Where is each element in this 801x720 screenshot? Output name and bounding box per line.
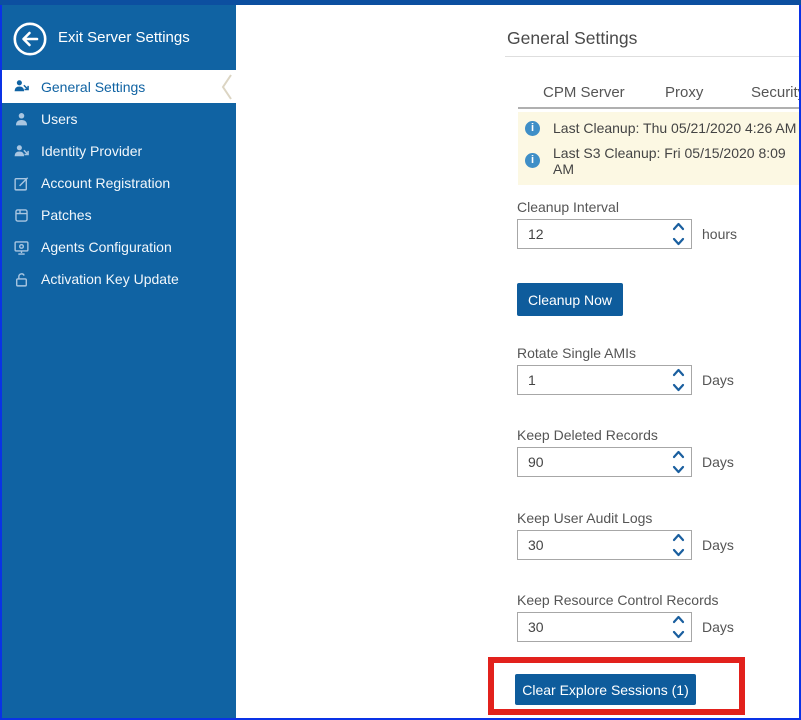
field-unit: Days (702, 372, 734, 388)
field-label: Keep Resource Control Records (517, 592, 719, 608)
keep-resource-control-records-input[interactable] (517, 612, 692, 642)
spinner-down-icon[interactable] (672, 548, 685, 557)
field-keep-deleted-records: Keep Deleted Records Days (517, 427, 734, 477)
users-arrow-icon (13, 143, 30, 160)
selected-item-notch-icon (221, 73, 233, 100)
exit-label: Exit Server Settings (58, 29, 190, 46)
agent-monitor-icon (13, 239, 30, 256)
keep-deleted-records-input[interactable] (517, 447, 692, 477)
number-stepper[interactable] (672, 368, 686, 392)
spinner-up-icon[interactable] (672, 533, 685, 542)
number-stepper[interactable] (672, 450, 686, 474)
sidebar-item-label: Agents Configuration (41, 239, 172, 255)
field-label: Keep User Audit Logs (517, 510, 653, 526)
sidebar-item-general-settings[interactable]: General Settings (0, 70, 236, 103)
exit-server-settings[interactable]: Exit Server Settings (0, 5, 236, 70)
package-icon (13, 207, 30, 224)
spinner-up-icon[interactable] (672, 368, 685, 377)
sidebar-item-label: Users (41, 111, 78, 127)
notice-text: Last Cleanup: Thu 05/21/2020 4:26 AM (553, 120, 797, 137)
notice-text: Last S3 Cleanup: Fri 05/15/2020 8:09 AM (553, 144, 786, 177)
keep-resource-control-records-value[interactable] (518, 613, 691, 641)
rotate-single-amis-input[interactable] (517, 365, 692, 395)
sidebar-item-patches[interactable]: Patches (0, 199, 236, 231)
field-label: Rotate Single AMIs (517, 345, 637, 361)
last-s3-cleanup-notice: i Last S3 Cleanup: Fri 05/15/2020 8:09 A… (518, 145, 799, 177)
number-stepper[interactable] (672, 533, 686, 557)
sidebar-item-label: Account Registration (41, 175, 171, 191)
users-arrow-icon (13, 78, 30, 95)
spinner-up-icon[interactable] (672, 222, 685, 231)
tabs-divider (518, 107, 799, 109)
page-title: General Settings (507, 28, 638, 48)
field-unit: Days (702, 537, 734, 553)
spinner-up-icon[interactable] (672, 450, 685, 459)
clear-explore-sessions-button[interactable]: Clear Explore Sessions (1) (515, 674, 696, 705)
tab-security[interactable]: Security (751, 84, 801, 101)
rotate-single-amis-value[interactable] (518, 366, 691, 394)
sidebar-item-activation-key-update[interactable]: Activation Key Update (0, 263, 236, 295)
title-divider (505, 56, 799, 57)
field-unit: Days (702, 619, 734, 635)
field-rotate-single-amis: Rotate Single AMIs Days (517, 345, 734, 395)
server-settings-window: Exit Server Settings General Settings Us… (0, 0, 801, 720)
sidebar-item-label: General Settings (41, 78, 146, 95)
cleanup-interval-input[interactable] (517, 219, 692, 249)
field-keep-resource-control-records: Keep Resource Control Records Days (517, 592, 734, 642)
number-stepper[interactable] (672, 222, 686, 246)
number-stepper[interactable] (672, 615, 686, 639)
field-label: Keep Deleted Records (517, 427, 658, 443)
sidebar-item-agents-configuration[interactable]: Agents Configuration (0, 231, 236, 263)
sidebar: Exit Server Settings General Settings Us… (0, 0, 236, 720)
unlock-icon (13, 271, 30, 288)
tab-proxy[interactable]: Proxy (665, 84, 703, 101)
spinner-down-icon[interactable] (672, 630, 685, 639)
spinner-down-icon[interactable] (672, 383, 685, 392)
info-icon: i (525, 153, 540, 169)
field-cleanup-interval: Cleanup Interval hours (517, 199, 737, 249)
back-arrow-icon[interactable] (12, 21, 48, 57)
info-icon: i (525, 120, 540, 136)
sidebar-item-identity-provider[interactable]: Identity Provider (0, 135, 236, 167)
tab-cpm-server[interactable]: CPM Server (543, 84, 625, 101)
sidebar-menu: General Settings Users Identity Provider… (0, 70, 236, 295)
sidebar-item-label: Activation Key Update (41, 271, 179, 287)
keep-user-audit-logs-value[interactable] (518, 531, 691, 559)
field-unit: Days (702, 454, 734, 470)
last-cleanup-notice: i Last Cleanup: Thu 05/21/2020 4:26 AM (518, 120, 799, 136)
field-unit: hours (702, 226, 738, 242)
field-keep-user-audit-logs: Keep User Audit Logs Days (517, 510, 734, 560)
cleanup-now-button[interactable]: Cleanup Now (517, 283, 623, 316)
field-label: Cleanup Interval (517, 199, 619, 215)
keep-user-audit-logs-input[interactable] (517, 530, 692, 560)
keep-deleted-records-value[interactable] (518, 448, 691, 476)
spinner-down-icon[interactable] (672, 237, 685, 246)
sidebar-item-users[interactable]: Users (0, 103, 236, 135)
edit-icon (13, 175, 30, 192)
cleanup-interval-value[interactable] (518, 220, 691, 248)
sidebar-item-label: Identity Provider (41, 143, 143, 159)
user-icon (13, 111, 30, 128)
spinner-up-icon[interactable] (672, 615, 685, 624)
sidebar-item-account-registration[interactable]: Account Registration (0, 167, 236, 199)
top-accent-bar (0, 0, 801, 5)
sidebar-item-label: Patches (41, 207, 92, 223)
spinner-down-icon[interactable] (672, 465, 685, 474)
cleanup-notices: i Last Cleanup: Thu 05/21/2020 4:26 AM i… (518, 112, 799, 185)
